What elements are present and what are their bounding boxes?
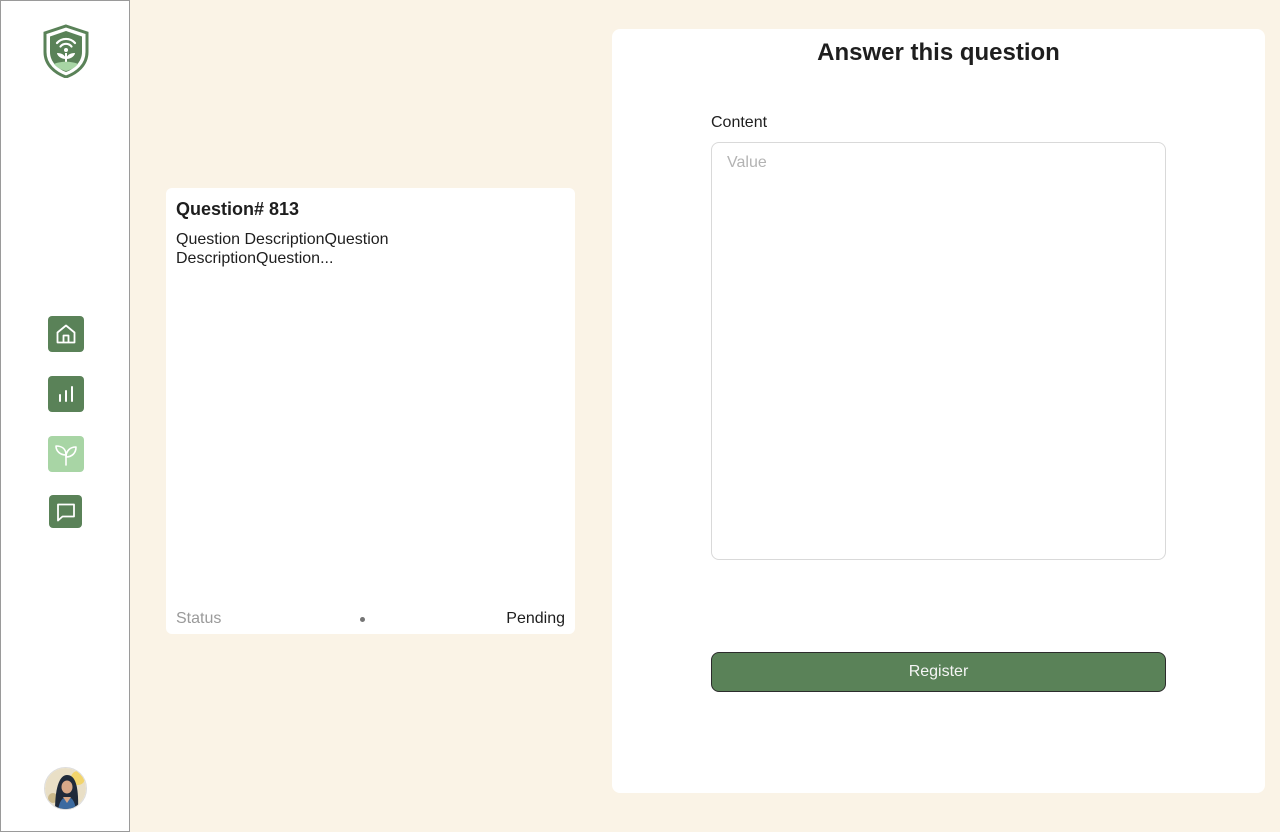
question-description: Question DescriptionQuestion Description… (176, 231, 389, 267)
answer-panel-title: Answer this question (817, 39, 1060, 66)
nav-stats-button[interactable] (48, 376, 84, 412)
content-label: Content (711, 114, 768, 131)
sidebar (0, 0, 130, 832)
sprout-icon (55, 445, 77, 466)
answer-panel: Answer this question Content Register (612, 29, 1265, 793)
question-title: Question# 813 (176, 199, 300, 219)
chat-bubble-icon (56, 503, 75, 521)
question-card[interactable]: Question# 813 Question DescriptionQuesti… (166, 188, 575, 634)
user-avatar[interactable] (44, 767, 87, 810)
register-button[interactable]: Register (711, 652, 1166, 692)
nav-home-button[interactable] (48, 316, 84, 352)
nav-plants-button[interactable] (48, 436, 84, 472)
status-value: Pending (506, 610, 565, 627)
content-textarea[interactable] (711, 142, 1166, 560)
home-icon (56, 324, 76, 344)
status-label: Status (176, 610, 222, 627)
status-separator-dot (360, 617, 365, 622)
app-logo-icon[interactable] (42, 24, 90, 79)
nav-messages-button[interactable] (49, 495, 82, 528)
bar-chart-icon (59, 386, 73, 402)
